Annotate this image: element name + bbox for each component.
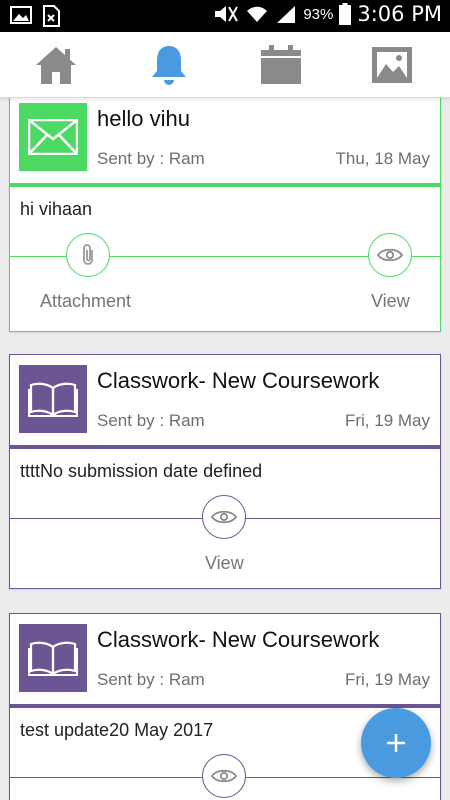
clock: 3:06 PM (357, 2, 442, 26)
card-title: hello vihu (97, 106, 190, 131)
card-title: Classwork- New Coursework (97, 368, 380, 393)
mute-icon (215, 6, 239, 22)
view-button[interactable] (368, 233, 412, 277)
tab-bar (0, 32, 450, 98)
card-date: Fri, 19 May (344, 670, 430, 689)
classwork-thumbnail (19, 624, 87, 692)
gallery-icon (372, 47, 412, 83)
paperclip-icon (83, 244, 93, 265)
attachment-label[interactable]: Attachment (40, 291, 131, 312)
bell-icon (152, 46, 186, 85)
status-bar: 93% 3:06 PM (0, 0, 450, 32)
sim-notification-icon (43, 5, 60, 27)
attachment-button[interactable] (66, 233, 110, 277)
open-book-icon (28, 382, 78, 418)
signal-icon (277, 6, 296, 23)
message-card[interactable]: hello vihu Sent by : Ram Thu, 18 May hi … (9, 98, 441, 332)
card-actions: View (10, 495, 440, 588)
card-actions: Attachment View (10, 233, 440, 331)
card-sender: Sent by : Ram (97, 149, 205, 168)
view-label[interactable]: View (205, 553, 244, 574)
tab-gallery[interactable] (369, 42, 415, 88)
image-notification-icon (10, 6, 32, 24)
card-date: Thu, 18 May (335, 149, 431, 168)
eye-icon (211, 769, 237, 783)
card-body: ttttNo submission date defined (20, 461, 263, 481)
card-sender: Sent by : Ram (97, 411, 205, 430)
card-date: Fri, 19 May (344, 411, 430, 430)
tab-notifications[interactable] (146, 42, 192, 88)
notification-feed[interactable]: hello vihu Sent by : Ram Thu, 18 May hi … (0, 98, 450, 800)
eye-icon (377, 248, 403, 262)
card-body: hi vihaan (20, 199, 93, 219)
home-icon (36, 47, 76, 84)
open-book-icon (28, 641, 78, 677)
battery-icon (339, 3, 352, 25)
tab-calendar[interactable] (258, 42, 304, 88)
card-title: Classwork- New Coursework (97, 627, 380, 652)
calendar-icon (261, 45, 301, 84)
add-fab-button[interactable] (361, 708, 431, 778)
eye-icon (211, 510, 237, 524)
tab-home[interactable] (33, 42, 79, 88)
view-button[interactable] (202, 495, 246, 539)
wifi-icon (247, 6, 268, 22)
envelope-icon (28, 119, 78, 155)
battery-percent: 93% (303, 5, 334, 23)
view-button[interactable] (202, 754, 246, 798)
card-sender: Sent by : Ram (97, 670, 205, 689)
classwork-thumbnail (19, 365, 87, 433)
message-thumbnail (19, 103, 87, 171)
classwork-card[interactable]: Classwork- New Coursework Sent by : Ram … (9, 354, 441, 589)
view-label[interactable]: View (371, 291, 410, 312)
plus-icon (387, 734, 405, 752)
